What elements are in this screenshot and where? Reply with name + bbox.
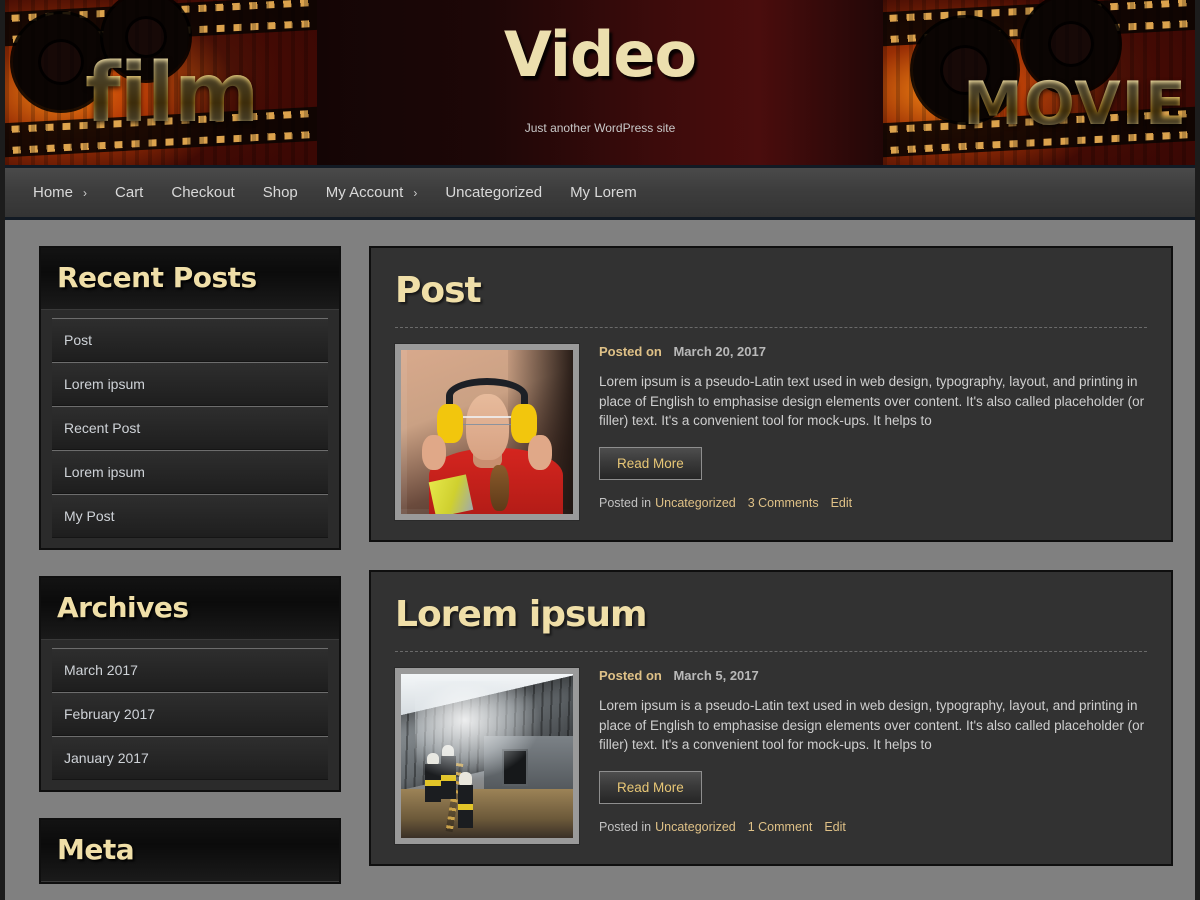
primary-navigation: Home › Cart Checkout Shop My Account › U… bbox=[5, 168, 1195, 220]
archives-list: March 2017 February 2017 January 2017 bbox=[52, 648, 328, 780]
post-excerpt: Lorem ipsum is a pseudo-Latin text used … bbox=[599, 374, 1145, 429]
post-date: March 20, 2017 bbox=[673, 344, 766, 359]
list-item[interactable]: January 2017 bbox=[52, 736, 328, 780]
nav-item-label: Shop bbox=[262, 184, 298, 201]
comments-link[interactable]: 3 Comments bbox=[748, 496, 819, 510]
category-link[interactable]: Uncategorized bbox=[655, 820, 736, 834]
recent-posts-list: Post Lorem ipsum Recent Post Lorem ipsum… bbox=[52, 318, 328, 538]
read-more-button[interactable]: Read More bbox=[599, 446, 702, 480]
list-item[interactable]: Lorem ipsum bbox=[52, 362, 328, 406]
post-date: March 5, 2017 bbox=[673, 668, 759, 683]
banner-word-film: film bbox=[85, 46, 259, 141]
widget-title: Meta bbox=[41, 820, 339, 882]
site-title: Video bbox=[503, 18, 697, 91]
recent-post-link[interactable]: Recent Post bbox=[52, 407, 328, 449]
post-footer: Posted in Uncategorized 3 Comments Edit bbox=[599, 496, 1147, 510]
archive-link[interactable]: January 2017 bbox=[52, 737, 328, 779]
list-item[interactable]: March 2017 bbox=[52, 648, 328, 692]
nav-item-label: Home bbox=[33, 184, 74, 201]
post-text: Posted on March 5, 2017 Lorem ipsum is a… bbox=[599, 668, 1147, 844]
divider bbox=[395, 327, 1147, 328]
list-item[interactable]: Post bbox=[52, 318, 328, 362]
sidebar: Recent Posts Post Lorem ipsum Recent Pos… bbox=[39, 246, 341, 900]
read-more-button[interactable]: Read More bbox=[599, 770, 702, 804]
list-item[interactable]: My Post bbox=[52, 494, 328, 538]
nav-item-label: Uncategorized bbox=[445, 184, 543, 201]
list-item[interactable]: Lorem ipsum bbox=[52, 450, 328, 494]
nav-item-label: Cart bbox=[115, 184, 144, 201]
banner-word-movie: MOVIE bbox=[963, 69, 1187, 139]
nav-item-home[interactable]: Home › bbox=[19, 167, 101, 219]
chevron-right-icon: › bbox=[413, 185, 418, 200]
nav-item-cart[interactable]: Cart bbox=[101, 167, 157, 219]
nav-item-label: My Account bbox=[325, 184, 404, 201]
recent-post-link[interactable]: Lorem ipsum bbox=[52, 363, 328, 405]
post-body: Posted on March 20, 2017 Lorem ipsum is … bbox=[395, 344, 1147, 520]
thumbnail-image-fire bbox=[401, 674, 573, 838]
widget-archives: Archives March 2017 February 2017 Januar… bbox=[39, 576, 341, 792]
widget-meta: Meta bbox=[39, 818, 341, 884]
widget-title: Recent Posts bbox=[41, 248, 339, 310]
widget-body: March 2017 February 2017 January 2017 bbox=[41, 640, 339, 790]
post-date-row: Posted on March 20, 2017 bbox=[599, 344, 1147, 359]
category-link[interactable]: Uncategorized bbox=[655, 496, 736, 510]
edit-link[interactable]: Edit bbox=[824, 820, 846, 834]
divider bbox=[395, 651, 1147, 652]
post-excerpt: Lorem ipsum is a pseudo-Latin text used … bbox=[599, 698, 1145, 753]
post-thumbnail[interactable] bbox=[395, 344, 579, 520]
site-header: film Video Just another WordPress site M… bbox=[5, 0, 1195, 168]
list-item[interactable]: Recent Post bbox=[52, 406, 328, 450]
recent-post-link[interactable]: My Post bbox=[52, 495, 328, 537]
thumbnail-image-worker bbox=[401, 350, 573, 514]
post-title[interactable]: Post bbox=[395, 270, 1147, 311]
recent-post-link[interactable]: Post bbox=[52, 319, 328, 361]
posted-on-label: Posted on bbox=[599, 344, 662, 359]
post-footer: Posted in Uncategorized 1 Comment Edit bbox=[599, 820, 1147, 834]
page-root: film Video Just another WordPress site M… bbox=[0, 0, 1200, 900]
content-area: Recent Posts Post Lorem ipsum Recent Pos… bbox=[5, 220, 1195, 900]
header-banner-left: film bbox=[5, 0, 317, 165]
post-text: Posted on March 20, 2017 Lorem ipsum is … bbox=[599, 344, 1147, 520]
widget-body: Post Lorem ipsum Recent Post Lorem ipsum… bbox=[41, 310, 339, 548]
post-body: Posted on March 5, 2017 Lorem ipsum is a… bbox=[395, 668, 1147, 844]
nav-item-uncategorized[interactable]: Uncategorized bbox=[431, 167, 556, 219]
header-banner-right: MOVIE bbox=[883, 0, 1195, 165]
list-item[interactable]: February 2017 bbox=[52, 692, 328, 736]
header-center: Video Just another WordPress site bbox=[317, 0, 883, 165]
comments-link[interactable]: 1 Comment bbox=[748, 820, 813, 834]
post-article: Post Posted on March 20, 2017 Lorem ipsu… bbox=[369, 246, 1173, 542]
main-content: Post Posted on March 20, 2017 Lorem ipsu… bbox=[369, 246, 1173, 900]
post-date-row: Posted on March 5, 2017 bbox=[599, 668, 1147, 683]
archive-link[interactable]: March 2017 bbox=[52, 649, 328, 691]
post-title[interactable]: Lorem ipsum bbox=[395, 594, 1147, 635]
archive-link[interactable]: February 2017 bbox=[52, 693, 328, 735]
recent-post-link[interactable]: Lorem ipsum bbox=[52, 451, 328, 493]
nav-item-my-lorem[interactable]: My Lorem bbox=[556, 167, 651, 219]
nav-item-shop[interactable]: Shop bbox=[249, 167, 312, 219]
site-tagline: Just another WordPress site bbox=[524, 121, 676, 136]
nav-item-my-account[interactable]: My Account › bbox=[312, 167, 432, 219]
widget-recent-posts: Recent Posts Post Lorem ipsum Recent Pos… bbox=[39, 246, 341, 550]
post-article: Lorem ipsum Posted on March 5, 2017 Lore… bbox=[369, 570, 1173, 866]
posted-in-label: Posted in bbox=[599, 819, 652, 834]
chevron-right-icon: › bbox=[83, 185, 88, 200]
post-thumbnail[interactable] bbox=[395, 668, 579, 844]
posted-on-label: Posted on bbox=[599, 668, 662, 683]
edit-link[interactable]: Edit bbox=[831, 496, 853, 510]
nav-item-checkout[interactable]: Checkout bbox=[157, 167, 248, 219]
widget-title: Archives bbox=[41, 578, 339, 640]
nav-item-label: Checkout bbox=[171, 184, 235, 201]
nav-item-label: My Lorem bbox=[570, 184, 637, 201]
posted-in-label: Posted in bbox=[599, 495, 652, 510]
